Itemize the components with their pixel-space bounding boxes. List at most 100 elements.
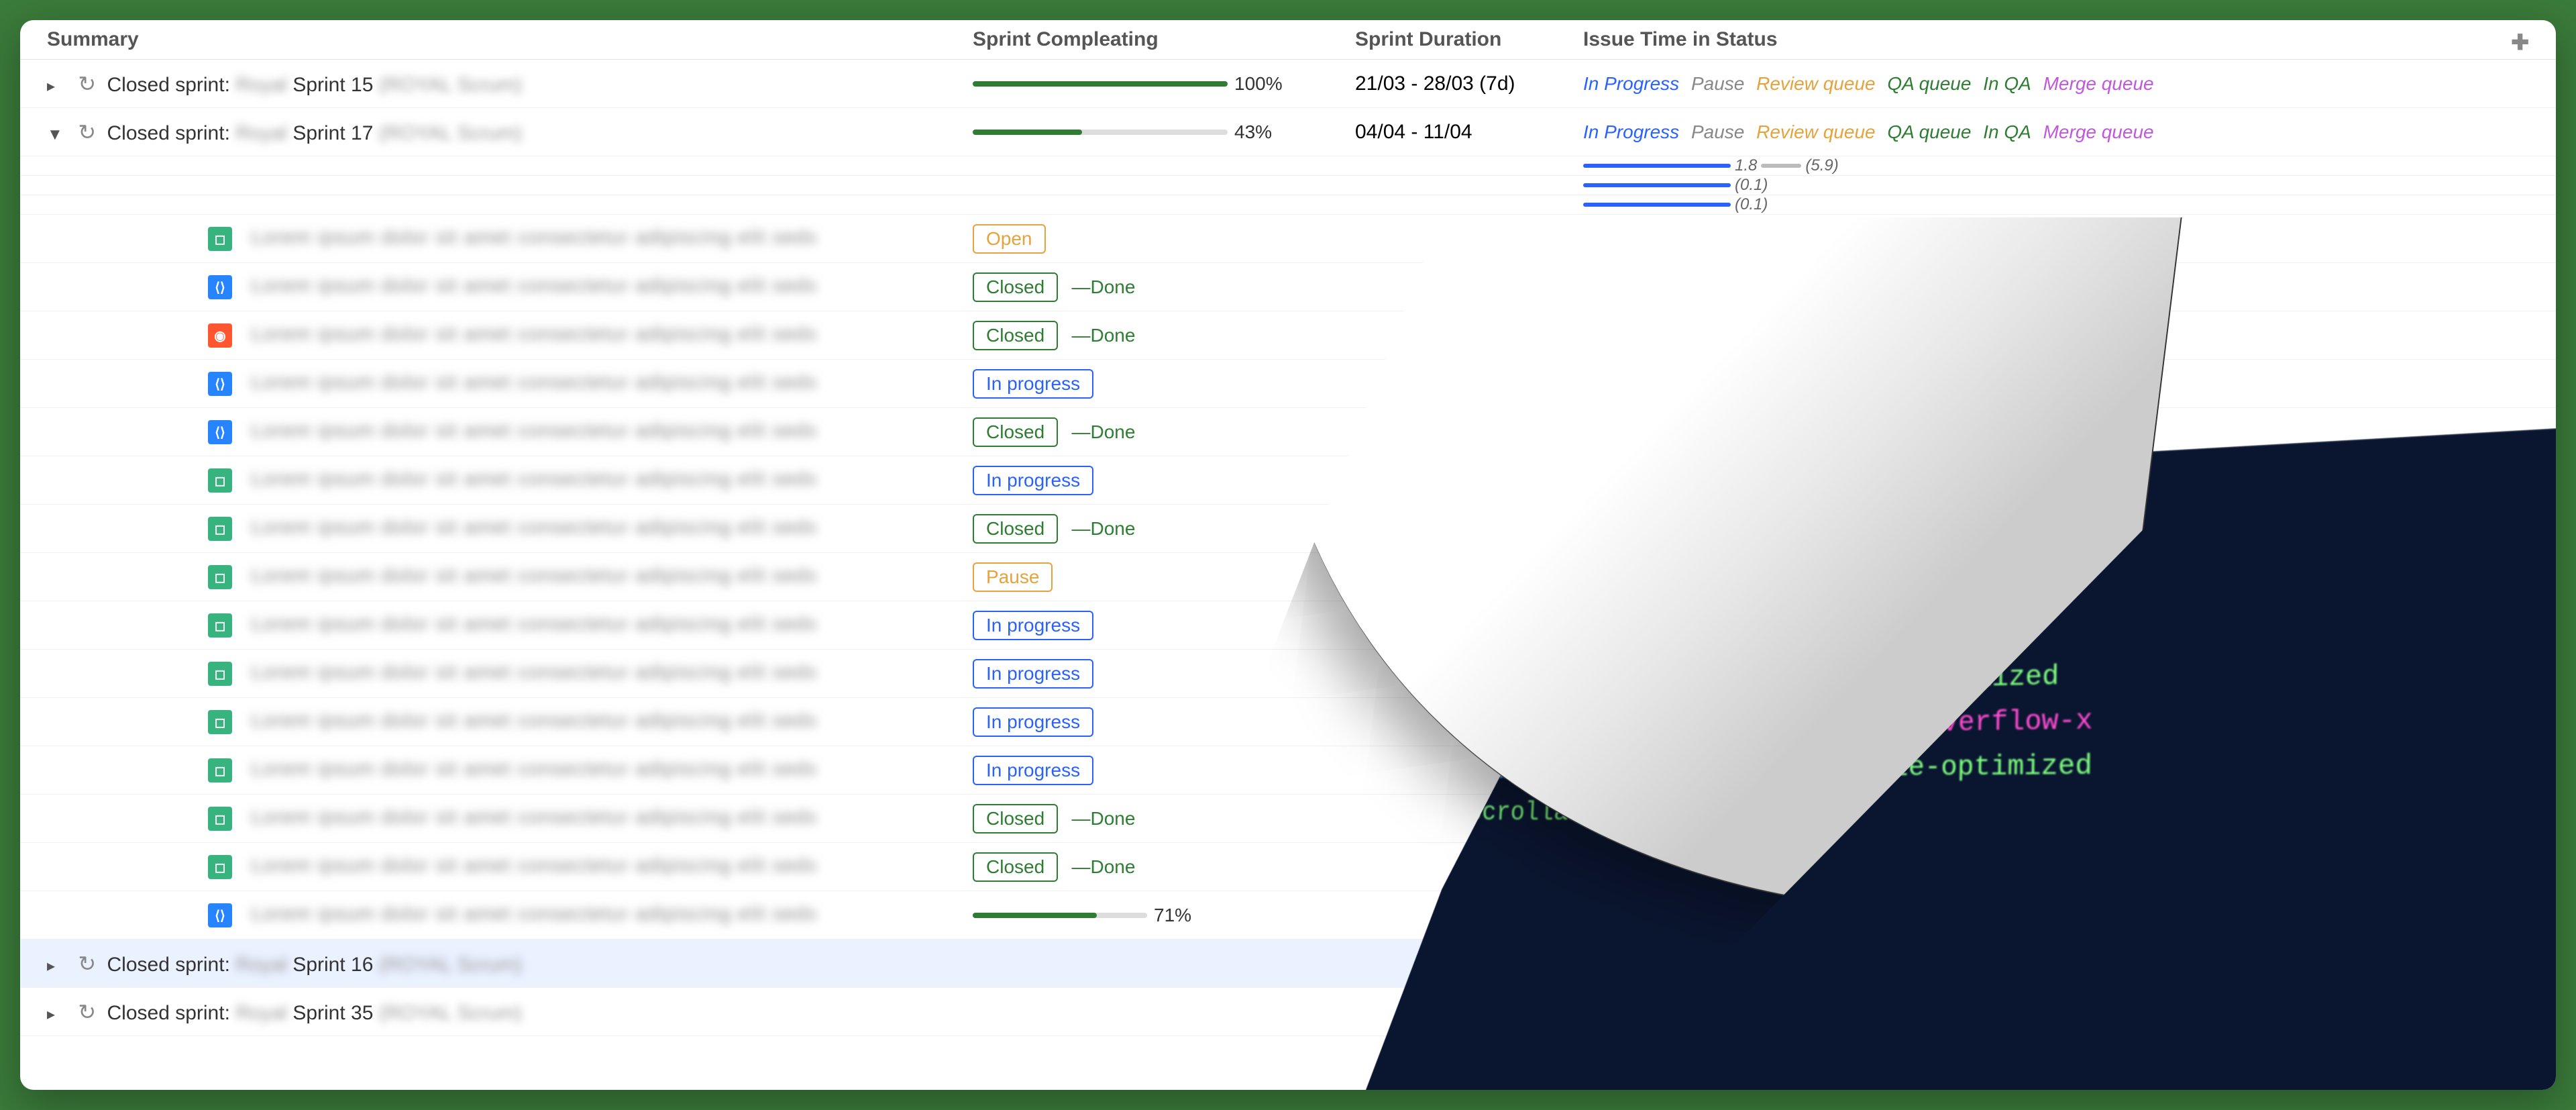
- issue-title-redacted: Lorem ipsum dolor sit amet consectetur a…: [251, 661, 817, 684]
- sprint-status-cell: In Progress Pause Review queue QA queue …: [1583, 72, 2529, 95]
- resolution-label: —Done: [1072, 518, 1136, 539]
- status-badge: Closed: [973, 272, 1058, 302]
- sprint-icon: ↻: [78, 999, 96, 1025]
- chip-review-queue: Review queue: [1756, 121, 1875, 142]
- chip-in-progress: In Progress: [1583, 73, 1679, 94]
- task-icon: ⟨⟩: [208, 420, 232, 444]
- chip-qa-queue: QA queue: [1887, 73, 1971, 94]
- issue-title-redacted: Lorem ipsum dolor sit amet consectetur a…: [251, 903, 817, 925]
- issue-progress-bar: 71%: [973, 905, 1355, 926]
- timeline-row: 1.8(5.9): [20, 156, 2556, 176]
- chip-merge-queue: Merge queue: [2043, 73, 2154, 94]
- story-icon: ◻: [208, 807, 232, 831]
- col-sprint-completing[interactable]: Sprint Compleating: [973, 28, 1355, 51]
- issue-row[interactable]: ◻ Lorem ipsum dolor sit amet consectetur…: [20, 456, 2556, 505]
- issue-row[interactable]: ⟨⟩ Lorem ipsum dolor sit amet consectetu…: [20, 891, 2556, 940]
- issue-row[interactable]: ◻ Lorem ipsum dolor sit amet consectetur…: [20, 746, 2556, 795]
- story-icon: ◻: [208, 710, 232, 734]
- col-summary[interactable]: Summary: [47, 28, 973, 51]
- expand-chevron-icon[interactable]: ▸: [47, 956, 67, 976]
- issue-row[interactable]: ◻ Lorem ipsum dolor sit amet consectetur…: [20, 843, 2556, 891]
- issue-row[interactable]: ◻ Lorem ipsum dolor sit amet consectetur…: [20, 650, 2556, 698]
- chip-pause: Pause: [1691, 121, 1744, 142]
- sprint-name: Sprint 35: [292, 1002, 373, 1024]
- issue-title-redacted: Lorem ipsum dolor sit amet consectetur a…: [251, 371, 817, 394]
- resolution-label: —Done: [1072, 276, 1136, 297]
- sprint-prefix: Closed sprint:: [107, 74, 230, 96]
- issue-row[interactable]: ⟨⟩ Lorem ipsum dolor sit amet consectetu…: [20, 263, 2556, 311]
- status-badge: Pause: [973, 562, 1053, 592]
- sprint-row[interactable]: ▸ ↻ Closed sprint: Royal Sprint 15 (ROYA…: [20, 60, 2556, 108]
- issue-title-redacted: Lorem ipsum dolor sit amet consectetur a…: [251, 564, 817, 587]
- sprint-project-redacted: Royal: [235, 1002, 287, 1025]
- timeline-value: (0.1): [1735, 195, 1768, 214]
- issue-title-redacted: Lorem ipsum dolor sit amet consectetur a…: [251, 226, 817, 249]
- expand-chevron-icon[interactable]: ▸: [47, 77, 67, 96]
- chip-in-progress: In Progress: [1583, 121, 1679, 142]
- issue-title-redacted: Lorem ipsum dolor sit amet consectetur a…: [251, 709, 817, 732]
- status-badge: Open: [973, 224, 1046, 254]
- chip-in-qa: In QA: [1983, 121, 2031, 142]
- issue-title-redacted: Lorem ipsum dolor sit amet consectetur a…: [251, 468, 817, 491]
- sprint-row[interactable]: ▸ ↻ Closed sprint: Royal Sprint 35 (ROYA…: [20, 988, 2556, 1036]
- issue-title-redacted: Lorem ipsum dolor sit amet consectetur a…: [251, 854, 817, 877]
- sprint-suffix-redacted: (ROYAL Scrum): [379, 1002, 522, 1025]
- story-icon: ◻: [208, 855, 232, 879]
- issue-row[interactable]: ◻ Lorem ipsum dolor sit amet consectetur…: [20, 795, 2556, 843]
- timeline-row: (0.1): [20, 176, 2556, 195]
- resolution-label: —Done: [1072, 421, 1136, 442]
- status-badge: Closed: [973, 417, 1058, 447]
- resolution-label: —Done: [1072, 856, 1136, 877]
- completion-bar: 100%: [973, 73, 1355, 95]
- issue-row[interactable]: ⟨⟩ Lorem ipsum dolor sit amet consectetu…: [20, 408, 2556, 456]
- status-badge: In progress: [973, 756, 1093, 785]
- task-icon: ⟨⟩: [208, 275, 232, 299]
- story-icon: ◻: [208, 758, 232, 783]
- story-icon: ◻: [208, 662, 232, 686]
- col-issue-time-status[interactable]: Issue Time in Status: [1583, 28, 2529, 51]
- sprint-suffix-redacted: (ROYAL Scrum): [379, 74, 522, 97]
- issue-row[interactable]: ◻ Lorem ipsum dolor sit amet consectetur…: [20, 215, 2556, 263]
- sprint-project-redacted: Royal: [235, 122, 287, 145]
- task-icon: ⟨⟩: [208, 372, 232, 396]
- sprint-duration: 21/03 - 28/03 (7d): [1355, 72, 1583, 95]
- sprint-prefix: Closed sprint:: [107, 1002, 230, 1024]
- status-badge: Closed: [973, 804, 1058, 834]
- issue-row[interactable]: ⟨⟩ Lorem ipsum dolor sit amet consectetu…: [20, 360, 2556, 408]
- completion-pct: 43%: [1234, 121, 1272, 143]
- issue-title-redacted: Lorem ipsum dolor sit amet consectetur a…: [251, 516, 817, 539]
- sprint-suffix-redacted: (ROYAL Scrum): [379, 954, 522, 976]
- completion-pct: 100%: [1234, 73, 1283, 95]
- issue-row[interactable]: ◻ Lorem ipsum dolor sit amet consectetur…: [20, 698, 2556, 746]
- sprint-row[interactable]: ▸ ↻ Closed sprint: Royal Sprint 16 (ROYA…: [20, 940, 2556, 988]
- issue-row[interactable]: ◻ Lorem ipsum dolor sit amet consectetur…: [20, 553, 2556, 601]
- chip-merge-queue: Merge queue: [2043, 121, 2154, 142]
- sprint-icon: ↻: [78, 119, 96, 145]
- bug-icon: ◉: [208, 323, 232, 348]
- status-badge: Closed: [973, 514, 1058, 544]
- issue-row[interactable]: ◻ Lorem ipsum dolor sit amet consectetur…: [20, 601, 2556, 650]
- issue-row[interactable]: ◻ Lorem ipsum dolor sit amet consectetur…: [20, 505, 2556, 553]
- expand-chevron-icon[interactable]: ▸: [47, 1005, 67, 1024]
- sprint-status-cell: In Progress Pause Review queue QA queue …: [1583, 121, 2529, 144]
- story-icon: ◻: [208, 468, 232, 493]
- add-column-icon[interactable]: ✚: [2511, 30, 2529, 55]
- timeline-value: (5.9): [1805, 156, 1838, 175]
- timeline-value: (0.1): [1735, 176, 1768, 195]
- col-sprint-duration[interactable]: Sprint Duration: [1355, 28, 1583, 51]
- task-icon: ⟨⟩: [208, 903, 232, 927]
- issue-row[interactable]: ◉ Lorem ipsum dolor sit amet consectetur…: [20, 311, 2556, 360]
- story-icon: ◻: [208, 227, 232, 251]
- sprint-name: Sprint 15: [292, 74, 373, 96]
- sprint-row[interactable]: ▼ ↻ Closed sprint: Royal Sprint 17 (ROYA…: [20, 108, 2556, 156]
- chip-review-queue: Review queue: [1756, 73, 1875, 94]
- chip-in-qa: In QA: [1983, 73, 2031, 94]
- story-icon: ◻: [208, 517, 232, 541]
- issue-title-redacted: Lorem ipsum dolor sit amet consectetur a…: [251, 758, 817, 780]
- status-badge: In progress: [973, 611, 1093, 640]
- status-badge: In progress: [973, 707, 1093, 737]
- sprint-name: Sprint 16: [292, 954, 373, 976]
- expand-chevron-icon[interactable]: ▼: [47, 125, 67, 144]
- sprint-suffix-redacted: (ROYAL Scrum): [379, 122, 522, 145]
- status-badge: In progress: [973, 659, 1093, 689]
